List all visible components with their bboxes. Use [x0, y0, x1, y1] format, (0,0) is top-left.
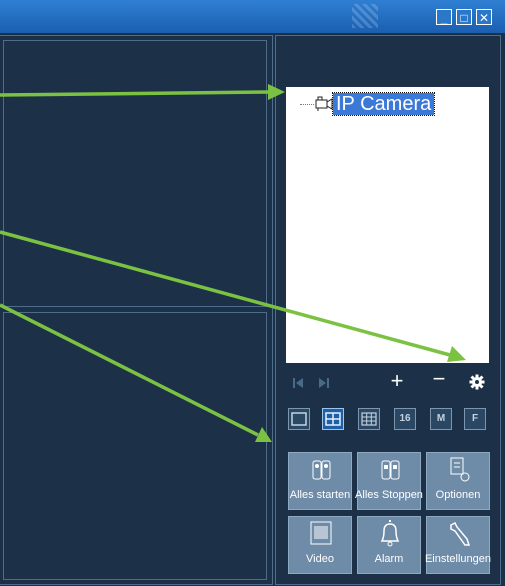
options-label: Optionen	[435, 489, 481, 501]
wrench-icon	[450, 521, 471, 546]
layout-sixteen-button[interactable]: 16	[394, 408, 416, 430]
options-icon	[450, 457, 470, 482]
video-button[interactable]: Video	[288, 516, 352, 574]
video-label: Video	[306, 553, 334, 565]
start-all-icon	[312, 460, 331, 480]
title-bar: _ □ ✕	[0, 0, 505, 33]
minimize-icon[interactable]: _	[436, 9, 452, 25]
layout-m-label: M	[436, 413, 446, 424]
stop-all-button[interactable]: Alles Stoppen	[355, 452, 423, 510]
video-area	[0, 35, 273, 585]
layout-single-icon	[291, 412, 307, 426]
stop-all-icon	[381, 460, 400, 480]
start-all-label: Alles starten	[289, 489, 351, 501]
tree-connector	[300, 103, 314, 105]
maximize-icon[interactable]: □	[456, 9, 472, 25]
settings-button[interactable]: Einstellungen	[425, 516, 491, 574]
layout-nine-icon	[361, 412, 377, 426]
remove-button[interactable]: −	[428, 368, 450, 390]
camera-icon	[315, 96, 333, 111]
video-pane-1[interactable]	[3, 40, 267, 307]
settings-label: Einstellungen	[424, 553, 492, 565]
layout-sixteen-label: 16	[399, 413, 411, 424]
options-button[interactable]: Optionen	[426, 452, 490, 510]
alarm-label: Alarm	[374, 553, 404, 565]
start-all-button[interactable]: Alles starten	[288, 452, 352, 510]
skip-forward-icon[interactable]	[318, 374, 330, 396]
gear-icon[interactable]	[468, 372, 486, 394]
layout-nine-button[interactable]	[358, 408, 380, 430]
layout-f-button[interactable]: F	[464, 408, 486, 430]
tree-node-label[interactable]: IP Camera	[331, 92, 436, 116]
tree-node-ip-camera[interactable]: IP Camera	[300, 92, 436, 116]
add-button[interactable]: +	[386, 370, 408, 392]
alarm-button[interactable]: Alarm	[357, 516, 421, 574]
layout-single-button[interactable]	[288, 408, 310, 430]
video-pane-2[interactable]	[3, 312, 267, 580]
skip-back-icon[interactable]	[292, 374, 304, 396]
layout-quad-button[interactable]	[322, 408, 344, 430]
layout-quad-icon	[325, 412, 341, 426]
stop-all-label: Alles Stoppen	[355, 489, 423, 501]
bell-icon	[380, 520, 400, 547]
layout-m-button[interactable]: M	[430, 408, 452, 430]
close-icon[interactable]: ✕	[476, 9, 492, 25]
layout-f-label: F	[471, 413, 479, 424]
video-icon	[310, 521, 332, 545]
device-tree[interactable]: IP Camera	[286, 87, 489, 363]
titlebar-pattern	[352, 4, 378, 28]
